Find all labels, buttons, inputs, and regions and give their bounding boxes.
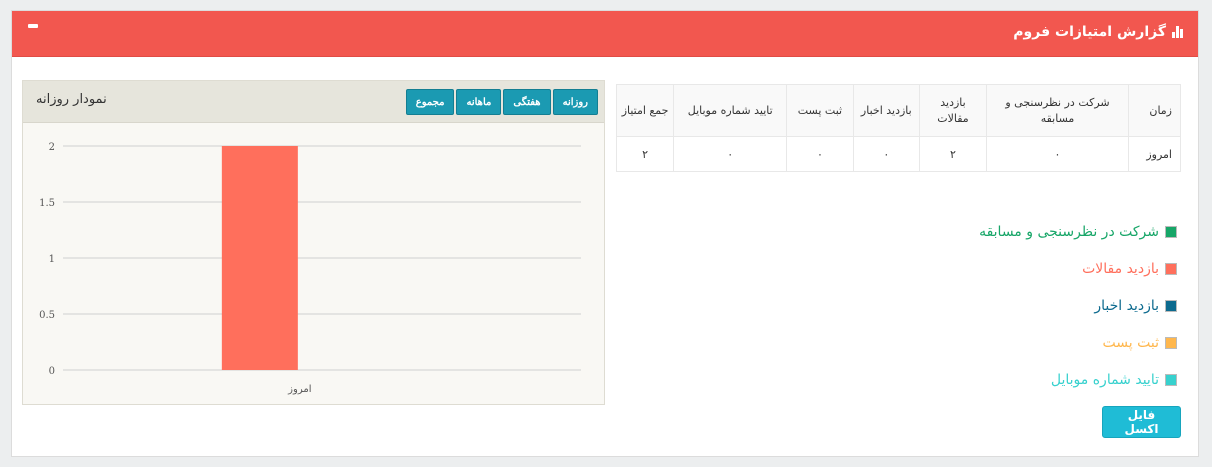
col-poll: شرکت در نظرسنجی و مسابقه (985, 84, 1130, 137)
cell-poll: ۰ (985, 136, 1130, 172)
bar-chart-icon (1172, 26, 1184, 38)
bar (221, 146, 298, 370)
legend-label-mobile: تایید شماره موبایل (1050, 372, 1159, 388)
y-tick-label: 0.5 (39, 310, 55, 321)
col-articles: بازدید مقالات (919, 84, 987, 137)
forum-score-panel: گزارش امتیازات فروم نمودار روزانه روزانه… (11, 10, 1199, 457)
chart-title: نمودار روزانه (36, 92, 107, 107)
legend-swatch-mobile (1165, 374, 1177, 386)
col-news: بازدید اخبار (852, 84, 921, 137)
col-mobile: تایید شماره موبایل (673, 84, 788, 137)
table-row: امروز ۰ ۲ ۰ ۰ ۰ ۲ (615, 136, 1181, 172)
y-tick-label: 1 (49, 254, 55, 265)
col-total: جمع امتیاز (615, 84, 675, 137)
cell-news: ۰ (852, 136, 921, 172)
excel-export-button[interactable]: فایل اکسل (1102, 406, 1181, 438)
tab-daily[interactable]: روزانه (552, 89, 598, 115)
panel-header: گزارش امتیازات فروم (12, 11, 1198, 57)
x-tick-label: امروز (287, 384, 311, 395)
score-table: زمان شرکت در نظرسنجی و مسابقه بازدید مقا… (615, 84, 1181, 172)
y-tick-label: 1.5 (39, 198, 55, 209)
y-tick-label: 2 (49, 142, 55, 153)
legend-swatch-post (1165, 337, 1177, 349)
cell-total: ۲ (615, 136, 675, 172)
chart-tabs: روزانه هفتگی ماهانه مجموع (405, 89, 598, 115)
chart-header: نمودار روزانه روزانه هفتگی ماهانه مجموع (23, 81, 604, 123)
legend-item-mobile: تایید شماره موبایل (979, 371, 1177, 389)
legend-label-post: ثبت پست (1102, 335, 1159, 351)
legend-item-post: ثبت پست (979, 334, 1177, 352)
legend-item-poll: شرکت در نظرسنجی و مسابقه (979, 223, 1177, 241)
tab-total[interactable]: مجموع (405, 89, 455, 115)
legend-label-poll: شرکت در نظرسنجی و مسابقه (979, 224, 1159, 240)
table-header-row: زمان شرکت در نظرسنجی و مسابقه بازدید مقا… (615, 84, 1181, 137)
col-time: زمان (1128, 84, 1181, 137)
y-tick-label: 0 (49, 366, 55, 377)
legend-swatch-articles (1165, 263, 1177, 275)
tab-monthly[interactable]: ماهانه (456, 89, 502, 115)
legend-item-news: بازدید اخبار (979, 297, 1177, 315)
col-post: ثبت پست (786, 84, 854, 137)
cell-post: ۰ (786, 136, 854, 172)
cell-mobile: ۰ (673, 136, 788, 172)
legend-label-articles: بازدید مقالات (1082, 261, 1159, 277)
legend-swatch-poll (1165, 226, 1177, 238)
daily-chart-box: نمودار روزانه روزانه هفتگی ماهانه مجموع … (22, 80, 605, 405)
panel-title-text: گزارش امتیازات فروم (1013, 24, 1166, 40)
daily-bar-chart: 0 0.5 1 1.5 2 امروز (39, 142, 581, 395)
legend-label-news: بازدید اخبار (1094, 298, 1159, 314)
cell-time: امروز (1128, 136, 1181, 172)
legend-item-articles: بازدید مقالات (979, 260, 1177, 278)
cell-articles: ۲ (919, 136, 987, 172)
chart-legend: شرکت در نظرسنجی و مسابقه بازدید مقالات ب… (979, 223, 1177, 408)
legend-swatch-news (1165, 300, 1177, 312)
panel-title: گزارش امتیازات فروم (1013, 24, 1184, 40)
tab-weekly[interactable]: هفتگی (503, 89, 551, 115)
collapse-icon[interactable] (28, 24, 38, 28)
